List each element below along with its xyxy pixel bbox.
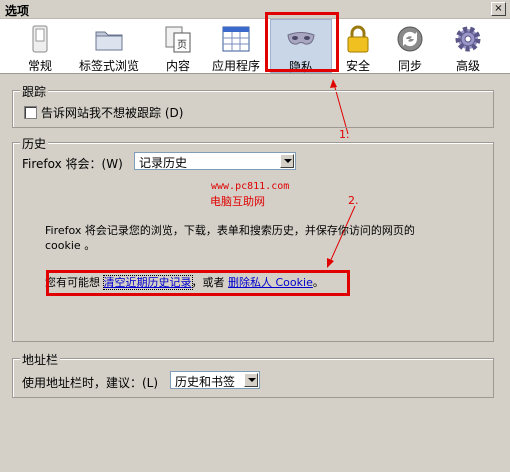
tab-security[interactable]: 安全 bbox=[338, 19, 378, 73]
links-highlight bbox=[46, 270, 350, 296]
window-grid-icon bbox=[222, 26, 250, 52]
watermark-name: 电脑互助网 bbox=[210, 195, 265, 208]
watermark-url: www.pc811.com bbox=[211, 181, 290, 192]
tab-general[interactable]: 常规 bbox=[18, 19, 62, 73]
tab-label: 同步 bbox=[397, 59, 422, 73]
switch-icon bbox=[32, 25, 48, 53]
urlbar-suggest-value: 历史和书签 bbox=[175, 375, 236, 389]
tab-label: 标签式浏览 bbox=[78, 59, 139, 73]
tab-label: 安全 bbox=[345, 59, 370, 73]
svg-text:页: 页 bbox=[177, 39, 187, 51]
tab-advanced[interactable]: 高级 bbox=[446, 19, 490, 73]
history-description-line2: cookie 。 bbox=[45, 239, 96, 252]
history-mode-label: Firefox 将会：(W) bbox=[22, 157, 123, 171]
tab-label: 高级 bbox=[455, 59, 480, 73]
urlbar-suggest-select[interactable]: 历史和书签 bbox=[170, 371, 260, 389]
urlbar-suggest-label: 使用地址栏时，建议：(L) bbox=[22, 376, 159, 390]
folder-icon bbox=[95, 31, 123, 51]
window-title: 选项 bbox=[5, 4, 30, 18]
chevron-down-icon[interactable] bbox=[280, 154, 294, 168]
history-description-line1: Firefox 将会记录您的浏览，下载，表单和搜索历史，并保存你访问的网页的 bbox=[45, 224, 415, 237]
tracking-group-title: 跟踪 bbox=[20, 83, 49, 100]
close-button[interactable]: × bbox=[491, 2, 506, 16]
title-bar: 选项 × bbox=[0, 0, 510, 19]
tab-tabbed-browsing[interactable]: 标签式浏览 bbox=[76, 19, 142, 73]
urlbar-group-title: 地址栏 bbox=[20, 351, 61, 368]
history-mode-select[interactable]: 记录历史 bbox=[134, 152, 296, 170]
annotation-marker-2: 2. bbox=[348, 194, 359, 207]
category-toolbar: 常规 标签式浏览 页 内容 应用程序 隐私 安全 同步 高级 bbox=[0, 19, 510, 74]
chevron-down-icon[interactable] bbox=[244, 373, 258, 387]
tab-applications[interactable]: 应用程序 bbox=[208, 19, 264, 73]
do-not-track-label: 告诉网站我不想被跟踪 (D) bbox=[41, 106, 184, 120]
tab-label: 内容 bbox=[165, 59, 190, 73]
tab-content[interactable]: 页 内容 bbox=[156, 19, 200, 73]
history-mode-value: 记录历史 bbox=[139, 156, 188, 170]
gear-icon bbox=[455, 26, 481, 52]
sync-icon bbox=[397, 26, 423, 52]
do-not-track-checkbox[interactable] bbox=[24, 106, 37, 119]
tab-label: 常规 bbox=[27, 59, 52, 73]
annotation-marker-1: 1. bbox=[339, 128, 350, 141]
history-group-title: 历史 bbox=[20, 135, 49, 152]
page-icon: 页 bbox=[165, 26, 191, 53]
lock-icon bbox=[347, 25, 369, 53]
tab-label: 应用程序 bbox=[211, 59, 260, 73]
tab-sync[interactable]: 同步 bbox=[390, 19, 430, 73]
privacy-highlight bbox=[265, 12, 339, 72]
